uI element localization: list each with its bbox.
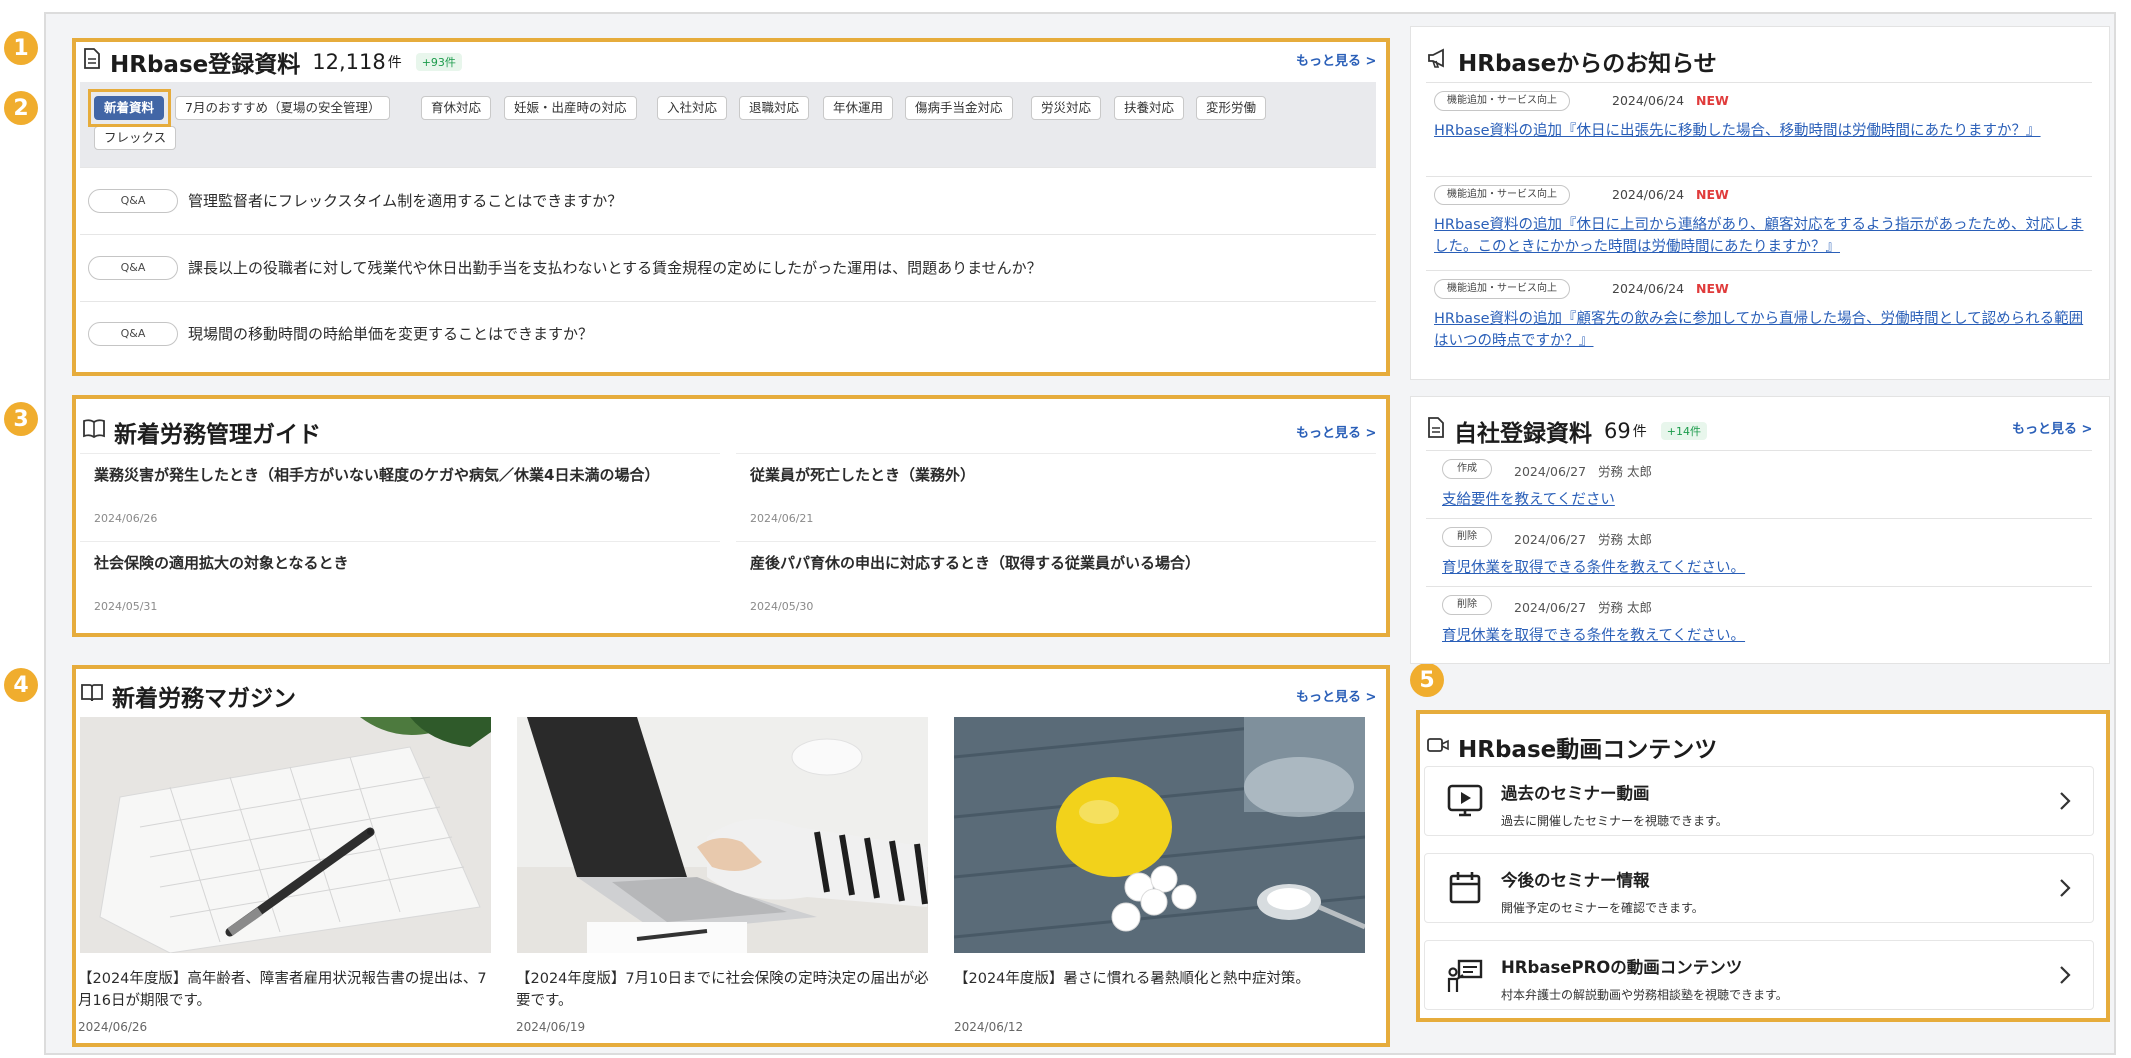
company-docs-delta-badge: +14件 bbox=[1660, 422, 1707, 440]
marker-5: 5 bbox=[1410, 663, 1444, 697]
new-badge: NEW bbox=[1696, 281, 1729, 296]
action-badge: 削除 bbox=[1442, 527, 1492, 547]
notice-item: 機能追加・サービス向上 2024/06/24 NEW HRbase資料の追加『休… bbox=[1426, 176, 2092, 270]
document-icon bbox=[1426, 417, 1454, 445]
notice-link[interactable]: HRbase資料の追加『休日に上司から連絡があり、顧客対応をするよう指示があった… bbox=[1434, 214, 2090, 258]
notice-link[interactable]: HRbase資料の追加『休日に出張先に移動した場合、移動時間は労働時間にあたりま… bbox=[1434, 120, 2090, 142]
notice-tag: 機能追加・サービス向上 bbox=[1434, 91, 1570, 111]
notice-item: 機能追加・サービス向上 2024/06/24 NEW HRbase資料の追加『休… bbox=[1426, 82, 2092, 176]
doc-user: 労務 太郎 bbox=[1597, 464, 1652, 479]
notices-header: HRbaseからのお知らせ bbox=[1426, 44, 1717, 78]
megaphone-icon bbox=[1426, 47, 1458, 75]
company-doc-link[interactable]: 育児休業を取得できる条件を教えてください。 bbox=[1442, 624, 1745, 645]
company-docs-header: 自社登録資料 69 件 +14件 bbox=[1426, 414, 1707, 448]
company-doc-link[interactable]: 育児休業を取得できる条件を教えてください。 bbox=[1442, 556, 1745, 577]
action-badge: 作成 bbox=[1442, 459, 1492, 479]
doc-date: 2024/06/27 bbox=[1514, 464, 1587, 479]
highlight-box-magazine bbox=[72, 665, 1390, 1047]
marker-2: 2 bbox=[4, 91, 38, 125]
company-docs-count-unit: 件 bbox=[1632, 424, 1647, 440]
new-badge: NEW bbox=[1696, 187, 1729, 202]
doc-meta: 2024/06/27 労務 太郎 bbox=[1514, 529, 1652, 548]
marker-4: 4 bbox=[4, 668, 38, 702]
notice-date: 2024/06/24 bbox=[1612, 93, 1685, 108]
company-doc-item: 削除 2024/06/27 労務 太郎 育児休業を取得できる条件を教えてください… bbox=[1426, 586, 2092, 654]
action-badge: 削除 bbox=[1442, 595, 1492, 615]
doc-date: 2024/06/27 bbox=[1514, 600, 1587, 615]
marker-1: 1 bbox=[4, 31, 38, 65]
doc-user: 労務 太郎 bbox=[1597, 600, 1652, 615]
company-docs-more-link[interactable]: もっと見る > bbox=[2012, 418, 2092, 437]
notices-title: HRbaseからのお知らせ bbox=[1458, 51, 1717, 77]
notice-date: 2024/06/24 bbox=[1612, 281, 1685, 296]
highlight-box-docs bbox=[72, 38, 1390, 376]
company-doc-link[interactable]: 支給要件を教えてください bbox=[1442, 488, 1615, 509]
doc-date: 2024/06/27 bbox=[1514, 532, 1587, 547]
doc-user: 労務 太郎 bbox=[1597, 532, 1652, 547]
marker-3: 3 bbox=[4, 402, 38, 436]
notice-date: 2024/06/24 bbox=[1612, 187, 1685, 202]
new-badge: NEW bbox=[1696, 93, 1729, 108]
notice-item: 機能追加・サービス向上 2024/06/24 NEW HRbase資料の追加『顧… bbox=[1426, 270, 2092, 364]
doc-meta: 2024/06/27 労務 太郎 bbox=[1514, 461, 1652, 480]
company-doc-item: 削除 2024/06/27 労務 太郎 育児休業を取得できる条件を教えてください… bbox=[1426, 518, 2092, 586]
notice-link[interactable]: HRbase資料の追加『顧客先の飲み会に参加してから直帰した場合、労働時間として… bbox=[1434, 308, 2090, 352]
highlight-box-guide bbox=[72, 395, 1390, 637]
company-doc-item: 作成 2024/06/27 労務 太郎 支給要件を教えてください bbox=[1426, 450, 2092, 518]
highlight-box-new-filter bbox=[88, 89, 171, 127]
highlight-box-video bbox=[1416, 710, 2110, 1022]
company-docs-title: 自社登録資料 bbox=[1454, 421, 1592, 447]
notice-tag: 機能追加・サービス向上 bbox=[1434, 279, 1570, 299]
company-docs-count: 69 bbox=[1604, 419, 1631, 443]
notice-tag: 機能追加・サービス向上 bbox=[1434, 185, 1570, 205]
doc-meta: 2024/06/27 労務 太郎 bbox=[1514, 597, 1652, 616]
